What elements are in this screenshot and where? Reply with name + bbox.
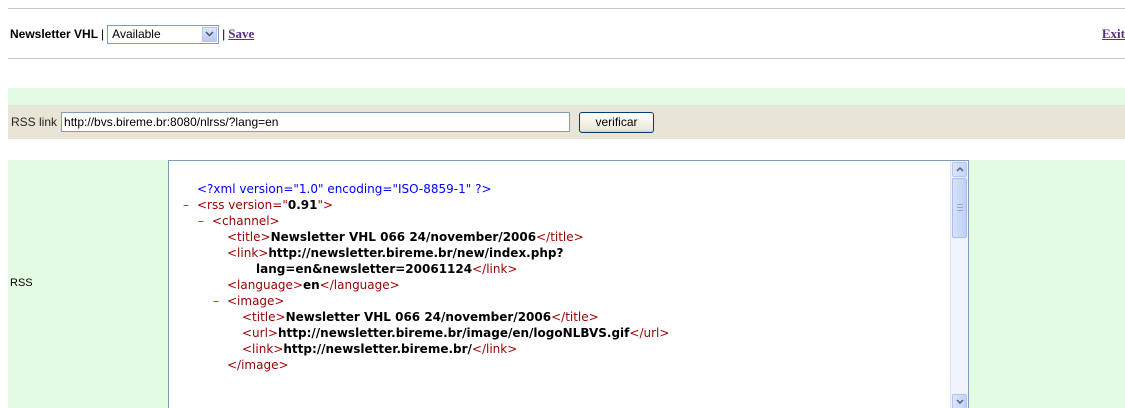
xml-viewer[interactable]: <?xml version="1.0" encoding="ISO-8859-1… xyxy=(168,160,969,408)
rss-link-row: RSS link http://bvs.bireme.br:8080/nlrss… xyxy=(8,105,1125,139)
arrow-down-icon[interactable] xyxy=(952,394,967,408)
xml-rss-line: – <rss version="0.91"> xyxy=(183,197,334,213)
scrollbar-thumb[interactable] xyxy=(952,178,967,238)
xml-channel-title-line: <title>Newsletter VHL 066 24/november/20… xyxy=(227,230,584,244)
arrow-up-icon[interactable] xyxy=(952,162,967,177)
channel-link-text-cont: lang=en&newsletter=20061124 xyxy=(256,262,473,276)
image-title-text: Newsletter VHL 066 24/november/2006 xyxy=(285,310,552,324)
chevron-down-icon[interactable] xyxy=(202,26,218,42)
image-url-text: http://newsletter.bireme.br/image/en/log… xyxy=(277,326,630,340)
channel-language-text: en xyxy=(302,278,320,292)
collapse-rss-toggle[interactable]: – xyxy=(183,197,189,213)
xml-language-line: <language>en</language> xyxy=(227,278,400,292)
save-link[interactable]: Save xyxy=(228,26,254,42)
rss-label: RSS xyxy=(10,277,33,289)
xml-image-url-line: <url>http://newsletter.bireme.br/image/e… xyxy=(242,326,670,340)
xml-prolog: <?xml version="1.0" encoding="ISO-8859-1… xyxy=(197,182,492,196)
top-divider xyxy=(8,8,1125,9)
vertical-scrollbar[interactable] xyxy=(950,161,968,408)
xml-tree: <?xml version="1.0" encoding="ISO-8859-1… xyxy=(169,181,950,373)
collapse-channel-toggle[interactable]: – xyxy=(198,213,204,229)
exit-link[interactable]: Exit xyxy=(1102,26,1125,42)
xml-image-link-line: <link>http://newsletter.bireme.br/</link… xyxy=(242,342,518,356)
spacer-band xyxy=(8,88,1125,105)
status-select[interactable]: Available xyxy=(107,24,220,44)
header-divider xyxy=(8,58,1125,59)
rss-url-input[interactable]: http://bvs.bireme.br:8080/nlrss/?lang=en xyxy=(61,112,571,132)
xml-channel-link-line: <link>http://newsletter.bireme.br/new/in… xyxy=(227,246,564,260)
xml-channel-line: – <channel> xyxy=(198,213,280,229)
xml-prolog-line: <?xml version="1.0" encoding="ISO-8859-1… xyxy=(169,181,950,197)
app-title: Newsletter VHL xyxy=(10,27,99,41)
rss-link-label: RSS link xyxy=(11,115,58,129)
channel-title-text: Newsletter VHL 066 24/november/2006 xyxy=(270,230,537,244)
separator: | xyxy=(101,27,105,41)
separator: | xyxy=(222,27,226,41)
image-link-text: http://newsletter.bireme.br/ xyxy=(283,342,472,356)
xml-channel-link-cont-line: lang=en&newsletter=20061124</link> xyxy=(256,262,518,276)
xml-image-close-line: </image> xyxy=(227,358,289,372)
collapse-image-toggle[interactable]: – xyxy=(213,293,219,309)
verify-button[interactable]: verificar xyxy=(579,111,655,133)
toolbar: Newsletter VHL | Available | Save xyxy=(10,22,254,46)
channel-link-text: http://newsletter.bireme.br/new/index.ph… xyxy=(268,246,564,260)
xml-image-title-line: <title>Newsletter VHL 066 24/november/20… xyxy=(242,310,599,324)
xml-image-line: – <image> xyxy=(213,293,285,309)
rss-url-value: http://bvs.bireme.br:8080/nlrss/?lang=en xyxy=(64,115,279,129)
status-select-value: Available xyxy=(112,27,161,41)
